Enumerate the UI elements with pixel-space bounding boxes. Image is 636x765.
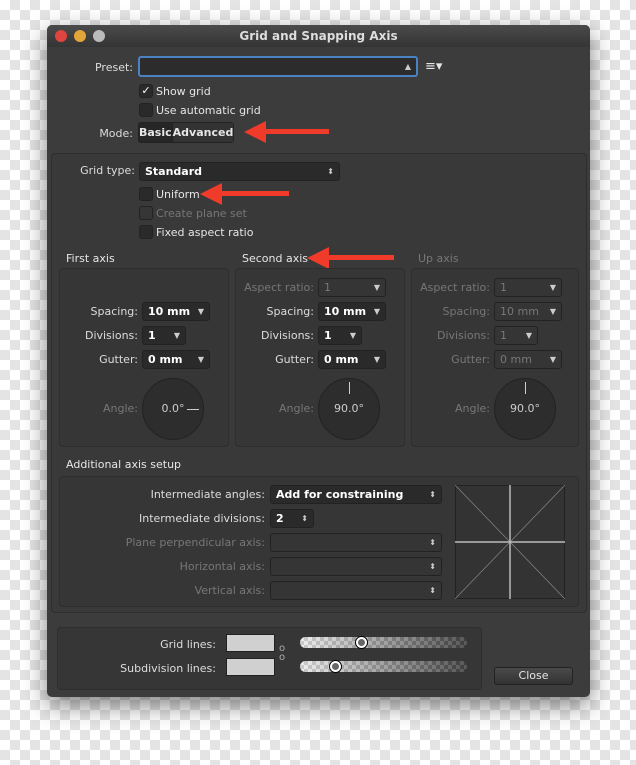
show-grid-checkbox[interactable]: ✓ <box>139 84 153 98</box>
grid-lines-opacity-slider[interactable] <box>300 637 467 648</box>
angle-dial[interactable]: 90.0° <box>318 378 380 440</box>
aspect-label: Aspect ratio: <box>244 281 314 294</box>
spacing-label: Spacing: <box>442 305 490 318</box>
vertical-label: Vertical axis: <box>194 584 265 597</box>
grid-snapping-dialog: Grid and Snapping Axis Preset: ▲ ≡▾ ✓ Sh… <box>47 25 590 697</box>
divisions-label: Divisions: <box>260 329 314 342</box>
aspect-label: Aspect ratio: <box>420 281 490 294</box>
plane-perp-label: Plane perpendicular axis: <box>125 536 265 549</box>
spacing-label: Spacing: <box>90 305 138 318</box>
preset-select[interactable]: ▲ <box>138 56 418 77</box>
additional-panel: Intermediate angles: Add for constrainin… <box>59 476 579 607</box>
horizontal-select[interactable]: ⬍ <box>270 557 442 576</box>
grid-type-select[interactable]: Standard ⬍ <box>139 162 340 181</box>
angle-dial[interactable]: 90.0° <box>494 378 556 440</box>
gutter-label: Gutter: <box>275 353 314 366</box>
divisions-select[interactable]: 1 ▼ <box>318 326 362 345</box>
subdivision-lines-opacity-slider[interactable] <box>300 661 467 672</box>
divisions-select[interactable]: 1 ▼ <box>142 326 186 345</box>
gutter-label: Gutter: <box>99 353 138 366</box>
zoom-window-button[interactable] <box>93 30 105 42</box>
updown-icon: ▲ <box>404 62 411 71</box>
fixed-aspect-label: Fixed aspect ratio <box>156 226 254 239</box>
gutter-select[interactable]: 0 mm ▼ <box>494 350 562 369</box>
second-axis-title: Second axis <box>242 252 309 265</box>
annotation-arrow <box>307 247 329 269</box>
up-axis-panel: Aspect ratio: 1 ▼ Spacing: 10 mm ▼ Divisio… <box>411 268 579 447</box>
annotation-arrow <box>200 183 222 205</box>
angle-dial[interactable]: 0.0° <box>142 378 204 440</box>
subdivision-lines-label: Subdivision lines: <box>120 662 216 675</box>
slider-knob[interactable] <box>356 637 368 648</box>
mode-basic[interactable]: Basic <box>139 123 173 142</box>
gutter-select[interactable]: 0 mm ▼ <box>142 350 210 369</box>
annotation-arrow-shaft <box>221 191 289 196</box>
fixed-aspect-checkbox[interactable] <box>139 225 153 239</box>
updown-icon: ⬍ <box>327 167 334 176</box>
int-angles-select[interactable]: Add for constraining ⬍ <box>270 485 442 504</box>
annotation-arrow-shaft <box>328 255 394 260</box>
title-bar: Grid and Snapping Axis <box>47 25 590 47</box>
int-div-label: Intermediate divisions: <box>139 512 265 525</box>
additional-title: Additional axis setup <box>66 458 182 471</box>
spacing-select[interactable]: 10 mm ▼ <box>494 302 562 321</box>
first-axis-title: First axis <box>66 252 115 265</box>
angle-label: Angle: <box>278 402 314 415</box>
divisions-select[interactable]: 1 ▼ <box>494 326 538 345</box>
annotation-arrow <box>244 121 266 143</box>
mode-advanced[interactable]: Advanced <box>172 123 234 142</box>
angle-label: Angle: <box>102 402 138 415</box>
first-axis-panel: Spacing: 10 mm ▼ Divisions: 1 ▼ Gutter: 0 … <box>59 268 229 447</box>
vertical-select[interactable]: ⬍ <box>270 581 442 600</box>
plane-perp-select[interactable]: ⬍ <box>270 533 442 552</box>
horizontal-label: Horizontal axis: <box>179 560 265 573</box>
grid-lines-color-swatch[interactable] <box>226 634 275 652</box>
link-icon[interactable]: oo <box>279 644 285 663</box>
lines-panel: Grid lines: Subdivision lines: oo <box>57 627 482 690</box>
preset-label: Preset: <box>94 61 133 74</box>
divisions-label: Divisions: <box>436 329 490 342</box>
auto-grid-label: Use automatic grid <box>156 104 261 117</box>
axis-preview <box>455 485 565 599</box>
minimize-window-button[interactable] <box>74 30 86 42</box>
int-angles-label: Intermediate angles: <box>150 488 265 501</box>
auto-grid-checkbox[interactable] <box>139 103 153 117</box>
close-window-button[interactable] <box>55 30 67 42</box>
plane-set-checkbox[interactable] <box>139 206 153 220</box>
spacing-select[interactable]: 10 mm ▼ <box>318 302 386 321</box>
close-button[interactable]: Close <box>494 667 573 685</box>
divisions-label: Divisions: <box>84 329 138 342</box>
spacing-label: Spacing: <box>266 305 314 318</box>
preset-menu-icon[interactable]: ≡▾ <box>425 59 442 74</box>
aspect-select[interactable]: 1 ▼ <box>318 278 386 297</box>
gutter-label: Gutter: <box>451 353 490 366</box>
uniform-checkbox[interactable] <box>139 187 153 201</box>
uniform-label: Uniform <box>156 188 200 201</box>
mode-segmented: Basic Advanced <box>138 122 234 143</box>
up-axis-title: Up axis <box>418 252 459 265</box>
slider-knob[interactable] <box>329 661 341 672</box>
gutter-select[interactable]: 0 mm ▼ <box>318 350 386 369</box>
subdivision-lines-color-swatch[interactable] <box>226 658 275 676</box>
annotation-arrow-shaft <box>265 129 329 134</box>
mode-label: Mode: <box>99 127 133 140</box>
show-grid-label: Show grid <box>156 85 211 98</box>
int-div-stepper[interactable]: 2 ⬍ <box>270 509 314 528</box>
aspect-select[interactable]: 1 ▼ <box>494 278 562 297</box>
grid-lines-label: Grid lines: <box>160 638 216 651</box>
angle-label: Angle: <box>454 402 490 415</box>
spacing-select[interactable]: 10 mm ▼ <box>142 302 210 321</box>
plane-set-label: Create plane set <box>156 207 247 220</box>
grid-type-label: Grid type: <box>80 164 135 177</box>
second-axis-panel: Aspect ratio: 1 ▼ Spacing: 10 mm ▼ Divisio… <box>235 268 405 447</box>
